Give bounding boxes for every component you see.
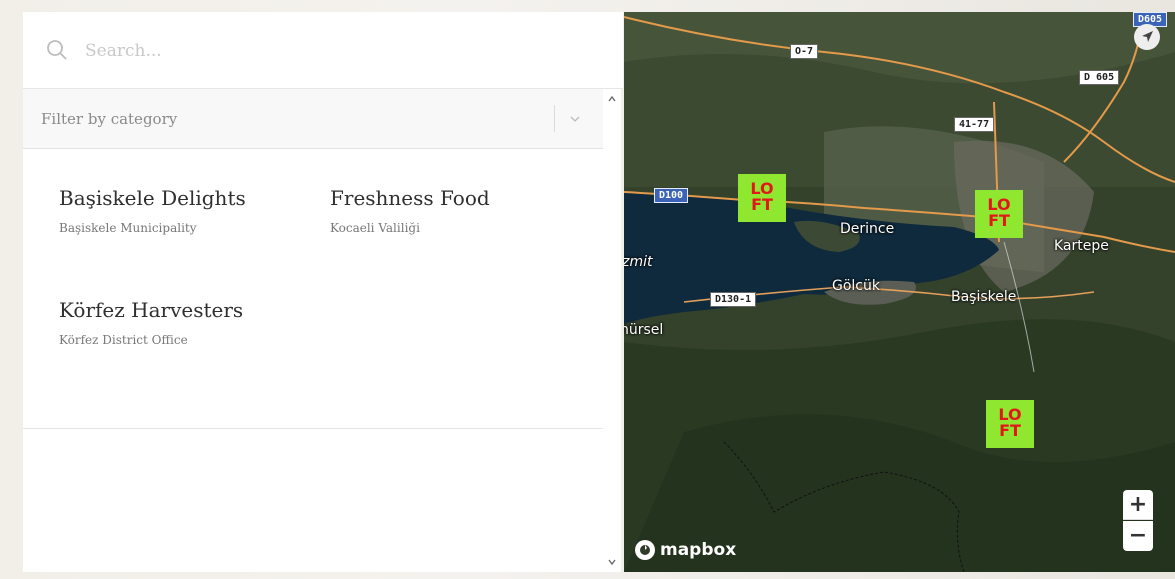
shop-list: Başiskele Delights Başiskele Municipalit… xyxy=(23,149,603,429)
road-label: D100 xyxy=(654,188,689,203)
shop-name[interactable]: Başiskele Delights xyxy=(59,185,319,211)
shop-location: Kocaeli Valiliği xyxy=(330,221,420,235)
road-label: 41-77 xyxy=(954,117,995,132)
map-marker[interactable]: LO FT xyxy=(986,400,1034,448)
place-label: İzmit xyxy=(624,254,653,270)
chevron-down-icon[interactable] xyxy=(567,111,583,127)
list-item[interactable]: Körfez Harvesters Körfez District Office xyxy=(59,297,319,347)
place-label: Gölcük xyxy=(832,278,880,294)
shop-name[interactable]: Freshness Food xyxy=(330,185,590,211)
list-item[interactable]: Freshness Food Kocaeli Valiliği xyxy=(330,185,590,235)
list-item[interactable]: Başiskele Delights Başiskele Municipalit… xyxy=(59,185,319,235)
shop-name[interactable]: Körfez Harvesters xyxy=(59,297,319,323)
map-view[interactable]: D605 O-7 D 605 41-77 D100 D130-1 Derince… xyxy=(624,12,1175,572)
map-marker[interactable]: LO FT xyxy=(975,190,1023,238)
road-label: O-7 xyxy=(790,44,819,59)
list-scrollbar[interactable] xyxy=(603,89,621,572)
search-bar xyxy=(23,12,623,89)
map-marker[interactable]: LO FT xyxy=(738,174,786,222)
mapbox-logo[interactable]: mapbox xyxy=(634,539,736,561)
navigation-arrow-icon xyxy=(1142,31,1153,42)
place-label: Kartepe xyxy=(1054,238,1109,254)
place-label: Başiskele xyxy=(951,289,1017,305)
road-label: D130-1 xyxy=(710,292,757,307)
filter-divider xyxy=(554,105,555,132)
shop-location: Körfez District Office xyxy=(59,333,188,347)
zoom-in-button[interactable]: + xyxy=(1123,490,1153,520)
place-label: Derince xyxy=(840,221,895,237)
compass-icon[interactable] xyxy=(1134,24,1160,50)
category-filter[interactable]: Filter by category xyxy=(23,89,603,149)
shop-location: Başiskele Municipality xyxy=(59,221,197,235)
satellite-imagery xyxy=(624,12,1175,572)
sidebar-panel: Filter by category Başiskele Delights Ba… xyxy=(23,12,623,572)
mapbox-icon xyxy=(635,540,655,560)
scroll-up-icon[interactable] xyxy=(607,94,617,104)
filter-label: Filter by category xyxy=(41,110,178,128)
road-label: D 605 xyxy=(1079,70,1120,85)
search-icon xyxy=(47,40,67,60)
place-label: hürsel xyxy=(624,322,664,338)
search-input[interactable] xyxy=(83,34,567,68)
list-divider xyxy=(23,428,603,429)
mapbox-wordmark: mapbox xyxy=(660,540,737,560)
scroll-down-icon[interactable] xyxy=(607,557,617,567)
zoom-out-button[interactable]: − xyxy=(1123,521,1153,551)
